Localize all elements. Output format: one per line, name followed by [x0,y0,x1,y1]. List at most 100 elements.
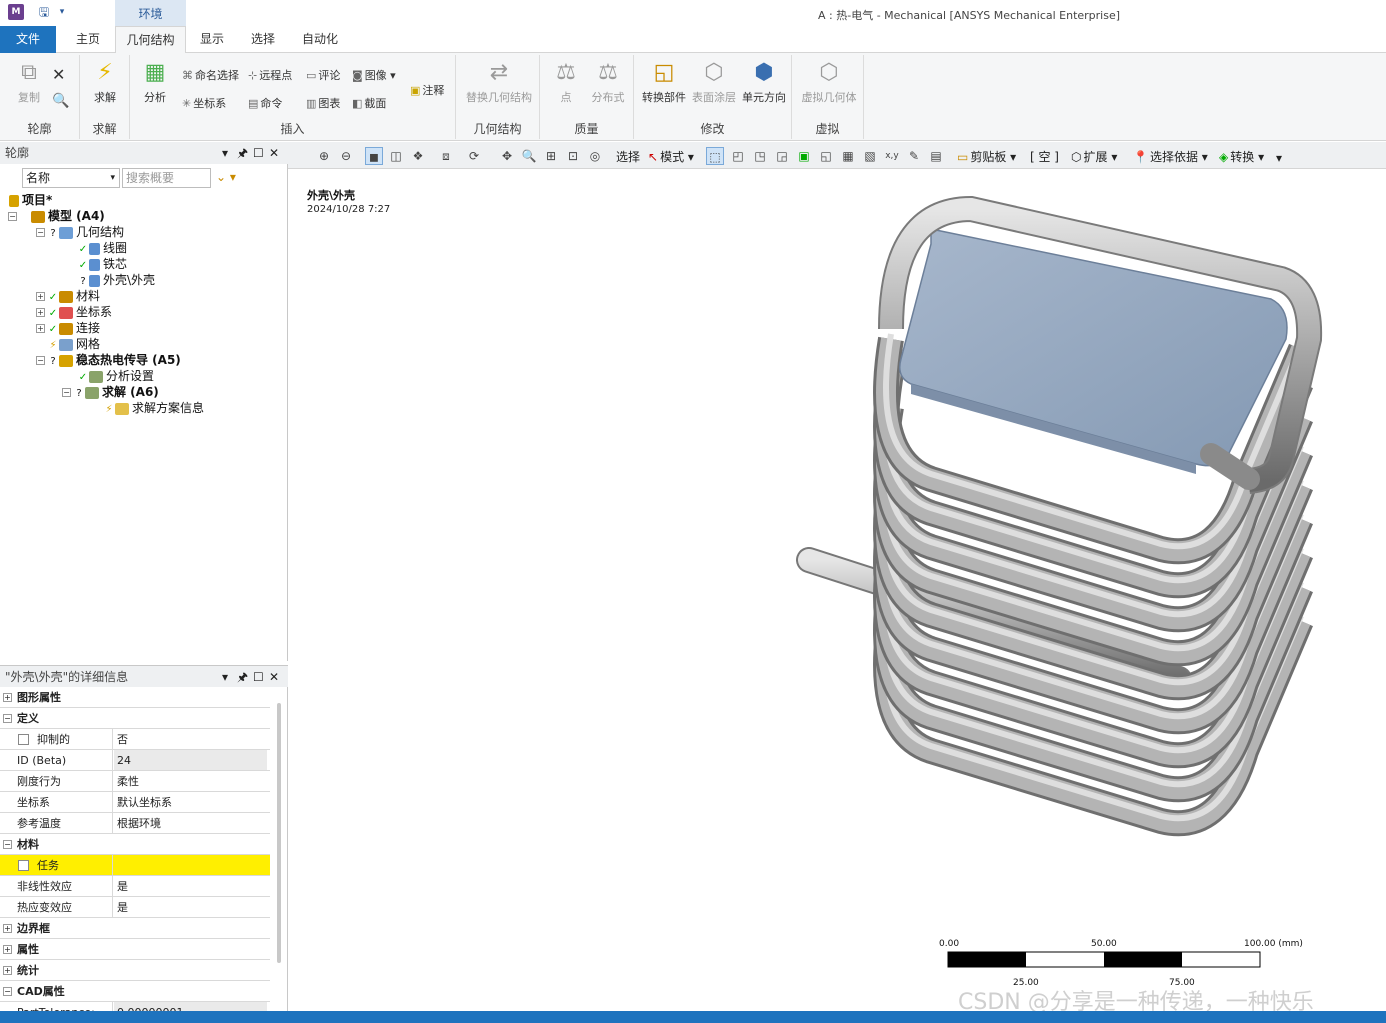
row-nonlinear-effects[interactable]: 非线性效应是 [0,876,270,897]
tree-item-steady-state-analysis[interactable]: −? 稳态热电传导 (A5) [36,352,181,368]
copy-button[interactable]: ⧉ 复制 [10,59,48,105]
maximize-icon[interactable]: ☐ [253,666,264,688]
quick-access-dropdown-icon[interactable]: ▾ [54,4,70,20]
surface-coating-button[interactable]: ⬡ 表面涂层 [690,59,738,105]
chart-button[interactable]: ▥ 图表 [306,95,340,111]
zoom-out-icon[interactable]: ⊖ [337,147,355,165]
select-mesh-face-icon[interactable]: ▧ [861,147,879,165]
distributed-mass-button[interactable]: ⚖ 分布式 [588,59,628,105]
section-statistics[interactable]: + 统计 [0,960,270,981]
annotation-button[interactable]: ▣ 注释 [410,82,444,98]
expand-icon[interactable]: + [36,324,45,333]
tree-item-geometry[interactable]: −? 几何结构 [36,224,124,240]
point-mass-button[interactable]: ⚖ 点 [546,59,586,105]
magnifier-icon[interactable]: ◎ [586,147,604,165]
collapse-icon[interactable]: − [62,388,71,397]
section-bounding-box[interactable]: + 边界框 [0,918,270,939]
box-zoom-icon[interactable]: ⊞ [542,147,560,165]
section-graphics-properties[interactable]: + 图形属性 [0,687,270,708]
tree-item-mesh[interactable]: ⚡ 网格 [48,336,100,352]
select-body-icon[interactable]: ◲ [773,147,791,165]
image-button[interactable]: ◙ 图像 ▾ [352,67,396,83]
tree-item-solution-information[interactable]: ⚡ 求解方案信息 [104,400,204,416]
command-button[interactable]: ▤ 命令 [248,95,282,111]
close-icon[interactable]: ✕ [269,142,279,164]
row-thermal-strain-effects[interactable]: 热应变效应是 [0,897,270,918]
clipboard-button[interactable]: ▭ 剪贴板 ▾ [957,148,1016,165]
section-definition[interactable]: − 定义 [0,708,270,729]
solve-button[interactable]: ⚡ 求解 [86,59,124,105]
pin-panel-icon[interactable]: 🖈 [237,142,248,164]
remote-point-button[interactable]: ⊹ 远程点 [248,67,292,83]
coordinate-system-button[interactable]: ✳ 坐标系 [182,95,226,111]
row-reference-temperature[interactable]: 参考温度 根据环境 [0,813,270,834]
extend-button[interactable]: ⬡ 扩展 ▾ [1071,148,1117,165]
tab-geometry[interactable]: 几何结构 [115,26,186,54]
coordinate-icon[interactable]: x,y [883,147,901,165]
tab-automation[interactable]: 自动化 [295,26,345,53]
tree-item-solution[interactable]: −? 求解 (A6) [62,384,159,400]
pan-icon[interactable]: ✥ [498,147,516,165]
look-at-icon[interactable]: ⧈ [437,147,455,165]
select-edge-icon[interactable]: ◰ [729,147,747,165]
tab-display[interactable]: 显示 [192,26,232,53]
analysis-button[interactable]: ▦ 分析 [136,59,174,105]
element-orientation-button[interactable]: ⬢ 单元方向 [738,59,790,105]
filter-type-select[interactable]: 名称 ▾ [22,168,120,188]
panel-menu-icon[interactable]: ▾ [222,666,228,688]
probe-icon[interactable]: ✎ [905,147,923,165]
section-button[interactable]: ◧ 截面 [352,95,386,111]
details-scrollbar[interactable] [277,703,281,963]
toolbar-overflow-icon[interactable]: ▾ [1276,151,1282,165]
zoom-to-fit-icon[interactable]: ⊡ [564,147,582,165]
explode-icon[interactable]: ❖ [409,147,427,165]
select-element-icon[interactable]: ◱ [817,147,835,165]
search-outline-input[interactable]: 搜索概要 [122,168,211,188]
collapse-icon[interactable]: − [36,228,45,237]
zoom-in-icon[interactable]: ⊕ [315,147,333,165]
rotate-icon[interactable]: ⟳ [465,147,483,165]
context-tab-environment[interactable]: 环境 [115,0,186,26]
wireframe-icon[interactable]: ◫ [387,147,405,165]
filter-dropdown-icon[interactable]: ⌄ ▾ [216,170,236,184]
row-stiffness-behavior[interactable]: 刚度行为 柔性 [0,771,270,792]
section-material[interactable]: − 材料 [0,834,270,855]
delete-icon[interactable]: ✕ [52,65,65,84]
tree-item-materials[interactable]: + ✓ 材料 [36,288,100,304]
convert-part-button[interactable]: ◱ 转换部件 [640,59,688,105]
collapse-icon[interactable]: − [8,212,17,221]
comment-button[interactable]: ▭ 评论 [306,67,340,83]
zoom-icon[interactable]: 🔍 [520,147,538,165]
select-by-button[interactable]: 📍 选择依据 ▾ [1133,148,1208,165]
save-icon[interactable]: 🖫 [36,4,52,20]
graphics-viewport[interactable]: 外壳\外壳 2024/10/28 7:27 0.00 50.00 100.00 … [291,169,1386,1011]
expand-icon[interactable]: + [36,308,45,317]
section-cad-attributes[interactable]: − CAD属性 [0,981,270,1002]
model-render[interactable] [291,169,1386,1011]
maximize-icon[interactable]: ☐ [253,142,264,164]
tree-item-connections[interactable]: + ✓ 连接 [36,320,100,336]
select-mesh-icon[interactable]: ▦ [839,147,857,165]
row-suppressed[interactable]: 抑制的否 [0,729,270,750]
panel-menu-icon[interactable]: ▾ [222,142,228,164]
tree-item-core[interactable]: ✓ 铁芯 [78,256,127,272]
collapse-icon[interactable]: − [36,356,45,365]
tab-file[interactable]: 文件 [0,26,56,53]
tab-selection[interactable]: 选择 [243,26,283,53]
tree-item-shell[interactable]: ? 外壳\外壳 [78,272,155,288]
tree-item-analysis-settings[interactable]: ✓ 分析设置 [78,368,154,384]
tree-item-model[interactable]: − 模型 (A4) [8,208,105,224]
section-properties[interactable]: + 属性 [0,939,270,960]
tree-item-coil[interactable]: ✓ 线圈 [78,240,127,256]
close-icon[interactable]: ✕ [269,666,279,688]
label-icon[interactable]: ▤ [927,147,945,165]
named-selection-button[interactable]: ⌘ 命名选择 [182,67,239,83]
pin-panel-icon[interactable]: 🖈 [237,666,248,688]
select-button[interactable]: 选择 [616,148,640,165]
mode-button[interactable]: ↖ 模式 ▾ [648,148,694,165]
select-node-icon[interactable]: ▣ [795,147,813,165]
row-coordinate-system[interactable]: 坐标系 默认坐标系 [0,792,270,813]
row-assignment[interactable]: 任务 [0,855,270,876]
tab-home[interactable]: 主页 [66,26,110,53]
convert-button[interactable]: ◈ 转换 ▾ [1219,148,1264,165]
